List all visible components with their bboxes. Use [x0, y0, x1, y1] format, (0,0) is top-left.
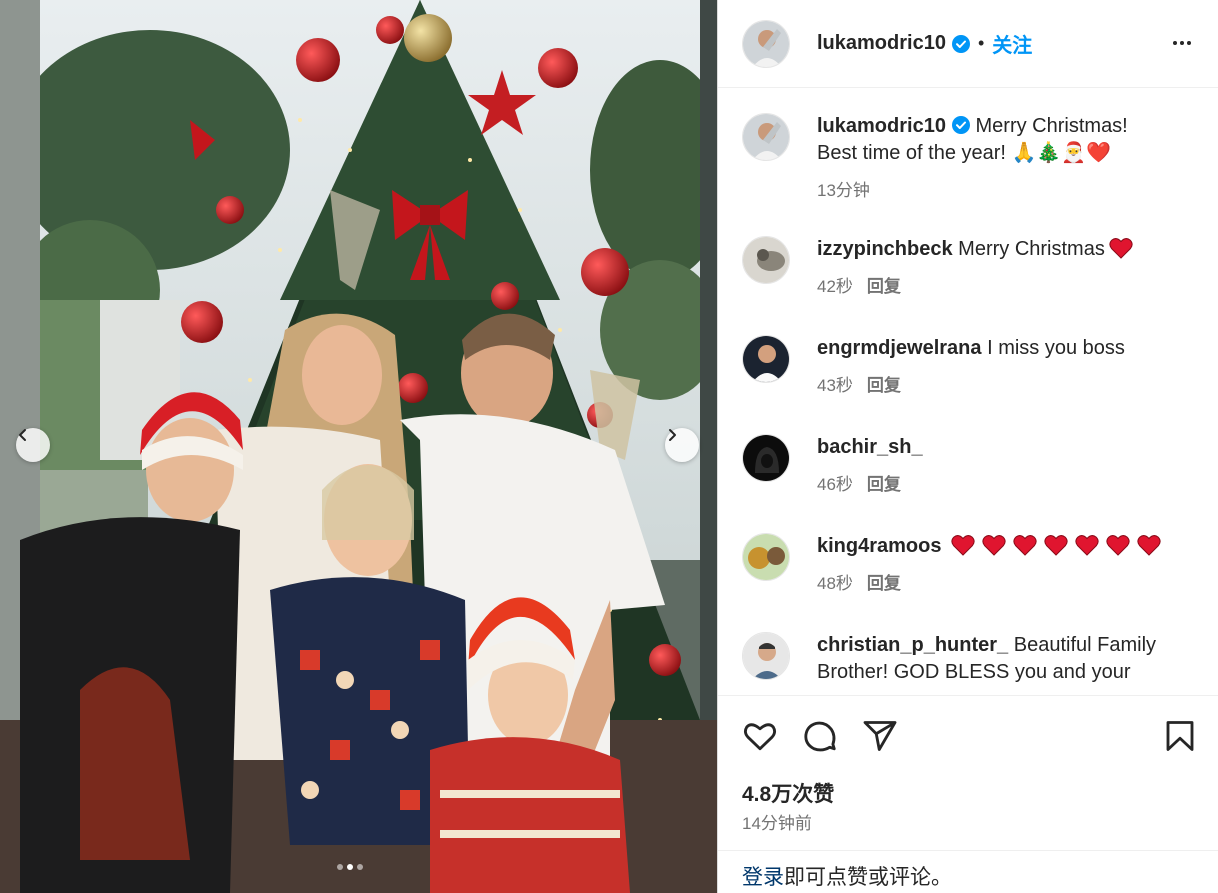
chevron-left-icon	[19, 429, 26, 441]
login-link[interactable]: 登录	[742, 866, 784, 889]
avatar[interactable]	[742, 533, 790, 581]
avatar[interactable]	[742, 236, 790, 284]
post-sidebar: lukamodric10 • 关注 lukamodric10 Merry Chr…	[717, 0, 1218, 893]
chevron-right-icon	[669, 429, 676, 441]
heart-emoji-icon	[951, 535, 976, 556]
separator-dot: •	[977, 33, 985, 53]
avatar[interactable]	[742, 632, 790, 680]
post-actions: 4.8万次赞 14分钟前	[718, 695, 1218, 850]
verified-badge-icon	[951, 34, 970, 53]
author-avatar-image	[743, 20, 789, 67]
share-icon[interactable]	[862, 718, 898, 754]
follow-button[interactable]: 关注	[992, 29, 1032, 58]
heart-emoji-icon	[982, 535, 1007, 556]
comment-item: engrmdjewelrana I miss you boss 43秒 回复	[742, 335, 1202, 399]
login-prompt: 登录即可点赞或评论。	[718, 850, 1218, 893]
comment-item: bachir_sh_ 46秒 回复	[742, 434, 1202, 498]
post-header: lukamodric10 • 关注	[718, 0, 1218, 88]
comment-time: 46秒	[817, 475, 853, 494]
carousel-dot	[337, 864, 343, 870]
comment-item: christian_p_hunter_ Beautiful Family Bro…	[742, 632, 1202, 686]
post-photo[interactable]	[0, 0, 717, 893]
commenter-avatar-image	[743, 633, 789, 679]
verified-badge-icon	[951, 116, 970, 134]
carousel-dot-active	[347, 864, 353, 870]
author-avatar-image	[743, 114, 789, 160]
comment-time: 48秒	[817, 574, 853, 593]
reply-button[interactable]: 回复	[867, 376, 901, 395]
reply-button[interactable]: 回复	[867, 574, 901, 593]
bookmark-icon[interactable]	[1162, 718, 1198, 754]
avatar[interactable]	[742, 335, 790, 383]
commenter-avatar-image	[743, 336, 789, 382]
heart-emoji-icon	[1044, 535, 1069, 556]
commenter-avatar-image	[743, 237, 789, 283]
post-caption: lukamodric10 Merry Christmas! Best time …	[742, 113, 1202, 204]
comment-text: Beautiful Family	[1013, 634, 1157, 656]
comment-text-line2: Brother! GOD BLESS you and your	[817, 661, 1131, 683]
heart-emoji-icon	[1075, 535, 1100, 556]
carousel-prev-button[interactable]	[16, 428, 50, 462]
hearts-row	[941, 535, 1162, 557]
comment-text: I miss you boss	[987, 337, 1125, 359]
heart-emoji-icon	[1137, 535, 1162, 556]
commenter-avatar-image	[743, 534, 789, 580]
comment-time: 43秒	[817, 376, 853, 395]
caption-username[interactable]: lukamodric10	[817, 115, 946, 137]
avatar[interactable]	[742, 113, 790, 161]
heart-emoji-icon	[1106, 535, 1131, 556]
heart-emoji-icon	[1013, 535, 1038, 556]
carousel-next-button[interactable]	[665, 428, 699, 462]
caption-time: 13分钟	[817, 181, 870, 200]
comment-username[interactable]: king4ramoos	[817, 535, 941, 557]
heart-icon[interactable]	[742, 718, 778, 754]
comment-username[interactable]: engrmdjewelrana	[817, 337, 982, 359]
comment-username[interactable]: christian_p_hunter_	[817, 634, 1008, 656]
heart-emoji-icon	[1109, 238, 1133, 259]
comment-text: Merry Christmas	[958, 238, 1105, 260]
comments-list[interactable]: lukamodric10 Merry Christmas! Best time …	[718, 89, 1218, 695]
author-username[interactable]: lukamodric10	[817, 32, 946, 55]
family-christmas-photo	[0, 0, 717, 893]
avatar[interactable]	[742, 434, 790, 482]
commenter-avatar-image	[743, 435, 789, 481]
carousel-indicator	[337, 864, 363, 870]
caption-text-line2: Best time of the year! 🙏🎄🎅❤️	[817, 142, 1112, 164]
comment-username[interactable]: bachir_sh_	[817, 436, 923, 458]
reply-button[interactable]: 回复	[867, 475, 901, 494]
comment-time: 42秒	[817, 277, 853, 296]
avatar[interactable]	[742, 19, 790, 68]
more-options-icon[interactable]	[1170, 31, 1194, 55]
like-count[interactable]: 4.8万次赞	[742, 778, 834, 808]
post-timestamp: 14分钟前	[742, 814, 812, 833]
caption-text-line1: Merry Christmas!	[975, 115, 1128, 137]
comment-item: king4ramoos 48秒 回复	[742, 533, 1202, 597]
comment-username[interactable]: izzypinchbeck	[817, 238, 953, 260]
comment-item: izzypinchbeck Merry Christmas 42秒 回复	[742, 236, 1202, 300]
login-prompt-text: 即可点赞或评论。	[784, 866, 952, 889]
carousel-dot	[357, 864, 363, 870]
reply-button[interactable]: 回复	[867, 277, 901, 296]
comment-icon[interactable]	[802, 718, 838, 754]
